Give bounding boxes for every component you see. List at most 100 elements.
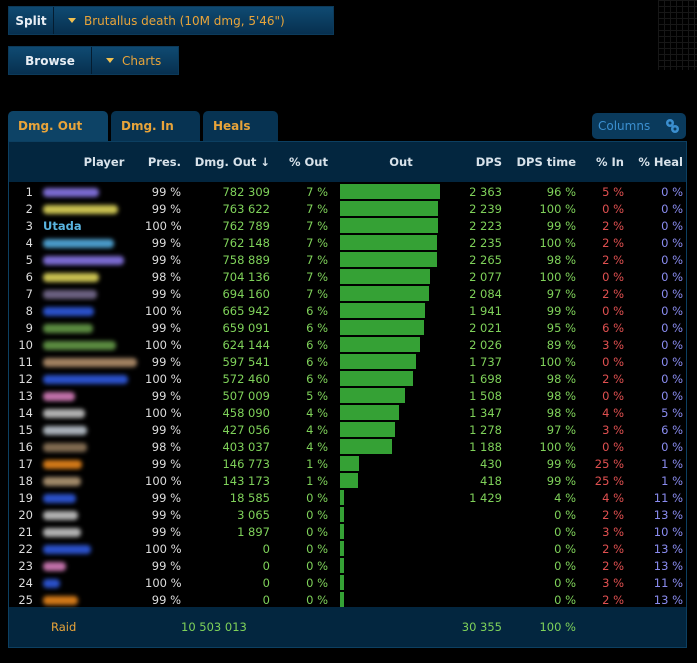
pct-in: 4 % xyxy=(602,405,624,420)
dmg-out: 659 091 xyxy=(222,320,270,335)
table-row[interactable]: 10 100 % 624 144 6 % 2 026 89 % 3 % 0 % xyxy=(9,336,686,353)
pct-out: 7 % xyxy=(306,201,328,216)
row-rank: 3 xyxy=(25,218,33,233)
table-row[interactable]: 11 99 % 597 541 6 % 1 737 100 % 0 % 0 % xyxy=(9,353,686,370)
player-name[interactable] xyxy=(33,202,145,216)
header-pct-heal[interactable]: % Heal xyxy=(624,155,683,169)
out-bar-cell xyxy=(328,319,444,336)
table-row[interactable]: 19 99 % 18 585 0 % 1 429 4 % 4 % 11 % xyxy=(9,489,686,506)
table-row[interactable]: 16 98 % 403 037 4 % 1 188 100 % 0 % 0 % xyxy=(9,438,686,455)
player-name[interactable] xyxy=(33,542,145,556)
row-rank: 10 xyxy=(18,337,33,352)
table-row[interactable]: 9 99 % 659 091 6 % 2 021 95 % 6 % 0 % xyxy=(9,319,686,336)
table-row[interactable]: 21 99 % 1 897 0 % 0 % 3 % 10 % xyxy=(9,523,686,540)
presence: 99 % xyxy=(151,320,181,335)
pct-heal: 0 % xyxy=(661,371,683,386)
player-name[interactable] xyxy=(33,457,145,471)
table-row[interactable]: 17 99 % 146 773 1 % 430 99 % 25 % 1 % xyxy=(9,455,686,472)
header-dps-time[interactable]: DPS time xyxy=(502,155,576,169)
tab-dmg-in[interactable]: Dmg. In xyxy=(111,111,200,141)
player-name[interactable] xyxy=(33,525,145,539)
table-row[interactable]: 4 99 % 762 148 7 % 2 235 100 % 2 % 0 % xyxy=(9,234,686,251)
header-out[interactable]: Out xyxy=(328,154,444,171)
dps-time: 0 % xyxy=(554,558,576,573)
table-row[interactable]: 22 100 % 0 0 % 0 % 2 % 13 % xyxy=(9,540,686,557)
row-rank: 4 xyxy=(25,235,33,250)
browse-button[interactable]: Browse xyxy=(9,47,91,74)
split-button[interactable]: Split xyxy=(9,7,53,34)
table-row[interactable]: 6 98 % 704 136 7 % 2 077 100 % 0 % 0 % xyxy=(9,268,686,285)
player-name[interactable] xyxy=(33,372,145,386)
table-row[interactable]: 18 100 % 143 173 1 % 418 99 % 25 % 1 % xyxy=(9,472,686,489)
player-name[interactable] xyxy=(33,440,145,454)
table-row[interactable]: 2 99 % 763 622 7 % 2 239 100 % 0 % 0 % xyxy=(9,200,686,217)
out-bar-cell xyxy=(328,540,444,557)
table-row[interactable]: 1 99 % 782 309 7 % 2 363 96 % 5 % 0 % xyxy=(9,183,686,200)
player-name[interactable] xyxy=(33,355,145,369)
table-row[interactable]: 12 100 % 572 460 6 % 1 698 98 % 2 % 0 % xyxy=(9,370,686,387)
pct-heal: 0 % xyxy=(661,303,683,318)
header-dps[interactable]: DPS xyxy=(444,155,502,169)
tab-heals[interactable]: Heals xyxy=(203,111,278,141)
player-name[interactable] xyxy=(33,508,145,522)
presence: 100 % xyxy=(145,337,182,352)
player-name[interactable] xyxy=(33,253,145,267)
player-name[interactable] xyxy=(33,593,145,607)
player-name-redacted xyxy=(43,476,81,486)
player-name[interactable] xyxy=(33,185,145,199)
table-row[interactable]: 8 100 % 665 942 6 % 1 941 99 % 0 % 0 % xyxy=(9,302,686,319)
player-name[interactable] xyxy=(33,270,145,284)
browse-dropdown[interactable]: Charts xyxy=(91,47,175,74)
split-dropdown[interactable]: Brutallus death (10M dmg, 5'46") xyxy=(53,7,299,34)
player-name[interactable] xyxy=(33,338,145,352)
pct-out: 4 % xyxy=(306,405,328,420)
player-name[interactable] xyxy=(33,576,145,590)
table-row[interactable]: 14 100 % 458 090 4 % 1 347 98 % 4 % 5 % xyxy=(9,404,686,421)
dps: 1 429 xyxy=(469,490,502,505)
player-name[interactable] xyxy=(33,304,145,318)
player-name[interactable] xyxy=(33,287,145,301)
player-name[interactable]: Utada xyxy=(33,219,145,233)
dps: 2 021 xyxy=(469,320,502,335)
row-rank: 11 xyxy=(18,354,33,369)
pct-out: 6 % xyxy=(306,337,328,352)
out-bar-cell xyxy=(328,370,444,387)
out-bar-cell xyxy=(328,285,444,302)
pct-out: 7 % xyxy=(306,235,328,250)
tab-dmg-out[interactable]: Dmg. Out xyxy=(8,111,108,141)
player-name[interactable] xyxy=(33,236,145,250)
dps-time: 0 % xyxy=(554,541,576,556)
table-row[interactable]: 5 99 % 758 889 7 % 2 265 98 % 2 % 0 % xyxy=(9,251,686,268)
player-name-redacted xyxy=(43,561,66,571)
out-bar xyxy=(340,286,429,301)
pct-out: 7 % xyxy=(306,184,328,199)
header-dmg-out[interactable]: Dmg. Out ↓ xyxy=(181,155,270,169)
presence: 100 % xyxy=(145,405,182,420)
player-name[interactable] xyxy=(33,423,145,437)
table-row[interactable]: 15 99 % 427 056 4 % 1 278 97 % 3 % 6 % xyxy=(9,421,686,438)
out-bar xyxy=(340,507,344,522)
player-name[interactable] xyxy=(33,321,145,335)
header-pct-in[interactable]: % In xyxy=(576,155,624,169)
header-player[interactable]: Player xyxy=(33,155,145,169)
table-row[interactable]: 13 99 % 507 009 5 % 1 508 98 % 0 % 0 % xyxy=(9,387,686,404)
table-row[interactable]: 23 99 % 0 0 % 0 % 2 % 13 % xyxy=(9,557,686,574)
table-footer: Raid 10 503 013 30 355 100 % xyxy=(9,607,686,647)
player-name[interactable] xyxy=(33,559,145,573)
pct-out: 6 % xyxy=(306,320,328,335)
row-rank: 6 xyxy=(25,269,33,284)
columns-button[interactable]: Columns xyxy=(592,113,686,139)
table-row[interactable]: 25 99 % 0 0 % 0 % 2 % 13 % xyxy=(9,591,686,608)
table-row[interactable]: 24 100 % 0 0 % 0 % 3 % 11 % xyxy=(9,574,686,591)
table-row[interactable]: 7 99 % 694 160 7 % 2 084 97 % 2 % 0 % xyxy=(9,285,686,302)
header-presence[interactable]: Pres. xyxy=(145,155,181,169)
player-name[interactable] xyxy=(33,491,145,505)
header-pct-out[interactable]: % Out xyxy=(270,155,328,169)
out-bar xyxy=(340,575,344,590)
player-name[interactable] xyxy=(33,474,145,488)
table-row[interactable]: 20 99 % 3 065 0 % 0 % 2 % 13 % xyxy=(9,506,686,523)
player-name[interactable] xyxy=(33,406,145,420)
player-name[interactable] xyxy=(33,389,145,403)
table-row[interactable]: 3 Utada 100 % 762 789 7 % 2 223 99 % 2 % 0 % xyxy=(9,217,686,234)
player-name-redacted xyxy=(43,340,116,350)
